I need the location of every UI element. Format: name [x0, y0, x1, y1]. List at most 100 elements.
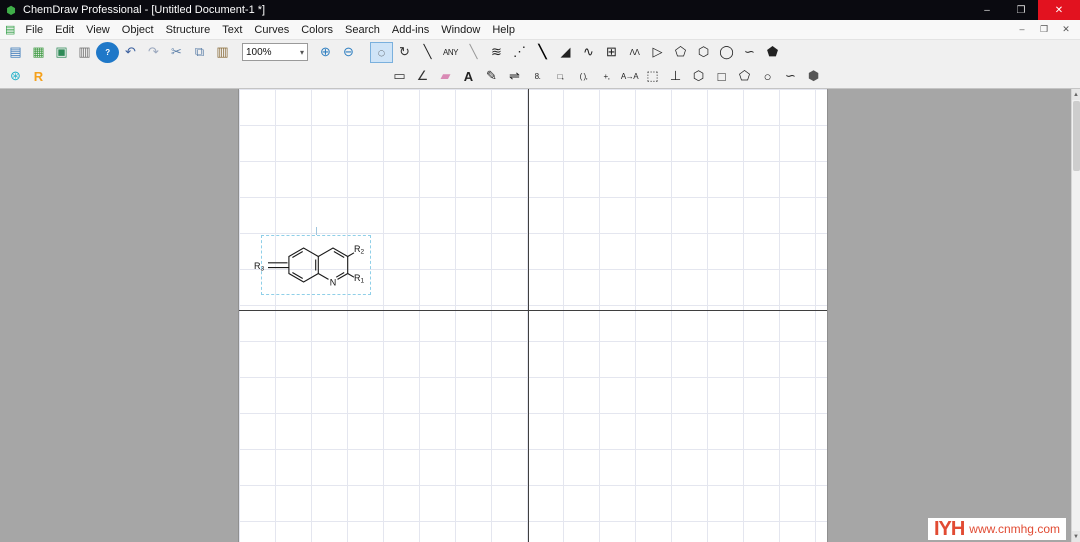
page-divider-vertical [528, 89, 529, 542]
watermark-logo: IYH [933, 518, 965, 540]
cut-icon[interactable]: ✂ [165, 42, 188, 63]
table-tool-icon[interactable]: ⊞ [600, 42, 623, 63]
document-window-controls: – ❐ ✕ [1016, 24, 1080, 35]
page-divider-horizontal [239, 310, 827, 311]
frame-tool-icon[interactable]: ⬚ [641, 66, 664, 87]
arrows-tool-icon[interactable]: ⇌ [503, 66, 526, 87]
dashed-bond-icon[interactable]: ╲ [462, 42, 485, 63]
scrollbar-thumb[interactable] [1073, 101, 1080, 171]
marquee-tool-icon[interactable]: ▭ [388, 66, 411, 87]
hashed-bond-icon[interactable]: ≋ [485, 42, 508, 63]
hexagon-template-icon[interactable]: ⬡ [687, 66, 710, 87]
redo-icon[interactable]: ↷ [142, 42, 165, 63]
undo-icon[interactable]: ↶ [119, 42, 142, 63]
eraser-tool-icon[interactable]: ▰ [434, 66, 457, 87]
menu-addins[interactable]: Add-ins [386, 22, 435, 38]
rotation-handle[interactable] [316, 227, 317, 235]
zoom-out-icon[interactable]: ⊖ [337, 42, 360, 63]
solid-bond-icon[interactable]: ╲ [416, 42, 439, 63]
menu-items: File Edit View Object Structure Text Curves Col… [19, 22, 521, 38]
title-bar: ⬢ ChemDraw Professional - [Untitled Docu… [0, 0, 1080, 20]
save-icon[interactable]: ▣ [50, 42, 73, 63]
vertical-scrollbar[interactable]: ▲ ▼ [1071, 89, 1080, 542]
doc-close-button[interactable]: ✕ [1060, 24, 1072, 35]
window-title: ChemDraw Professional - [Untitled Docume… [23, 4, 266, 16]
menu-view[interactable]: View [80, 22, 116, 38]
addin-swirl-icon[interactable]: ⊛ [4, 66, 27, 87]
menu-structure[interactable]: Structure [160, 22, 217, 38]
minimize-button[interactable]: – [970, 0, 1004, 20]
drawing-toolbar-group: ◌ ↻ ╲ ANY ╲ ≋ ⋰ ╲ ◢ ∿ ⊞ ΛΛ ▷ ⬠ ⬡ ◯ ∽ ⬟ [370, 41, 784, 63]
selection-box[interactable] [261, 235, 371, 295]
brackets-tool-icon[interactable]: ( ), [572, 66, 595, 87]
close-button[interactable]: ✕ [1038, 0, 1080, 20]
reaction-map-tool-icon[interactable]: A→A [618, 66, 641, 87]
wedge-bond-icon[interactable]: ◢ [554, 42, 577, 63]
benzene-tool-icon[interactable]: ◯ [715, 42, 738, 63]
new-document-icon[interactable]: ▤ [4, 42, 27, 63]
toolbar-area: ▤ ▦ ▣ ▥? ↶ ↷ ✂ ⧉ ▥ 100% ▾ ⊕ ⊖ ◌ ↻ ╲ ANY ╲ ≋ ⋰ ╲ ◢ ∿ ⊞ ΛΛ ▷ ⬠ ⬡ ◯… [0, 40, 1080, 89]
curve-template-icon[interactable]: ∽ [779, 66, 802, 87]
chevron-down-icon: ▾ [299, 47, 304, 57]
menu-bar: ▤ File Edit View Object Structure Text Curves C… [0, 20, 1080, 40]
doc-minimize-button[interactable]: – [1016, 24, 1028, 35]
window-controls: – ❐ ✕ [970, 0, 1080, 20]
cyclopentane-tool-icon[interactable]: ⬠ [669, 42, 692, 63]
arrow-tool-icon[interactable]: ▷ [646, 42, 669, 63]
menu-search[interactable]: Search [339, 22, 386, 38]
maximize-button[interactable]: ❐ [1004, 0, 1038, 20]
menu-colors[interactable]: Colors [295, 22, 339, 38]
app-icon: ⬢ [6, 4, 16, 17]
toolbar-row-2: ⊛ R ▭ ∠ ▰ A ✎ ⇌ 8. □,( ), +, A→A ⬚ ⊥ ⬡ □ ⬠ ○ ∽ ⬢ [0, 64, 1080, 88]
file-toolbar-group: ▤ ▦ ▣ ▥? ↶ ↷ ✂ ⧉ ▥ [4, 41, 234, 63]
rotate-tool-icon[interactable]: ↻ [393, 42, 416, 63]
menu-object[interactable]: Object [116, 22, 160, 38]
chair-template-icon[interactable]: ⬢ [802, 66, 825, 87]
watermark-url: www.cnmhg.com [969, 522, 1060, 536]
hashed-wedge-icon[interactable]: ⋰ [508, 42, 531, 63]
help-icon[interactable]: ? [96, 41, 119, 63]
document-icon: ▤ [5, 24, 16, 36]
scroll-up-icon[interactable]: ▲ [1072, 89, 1080, 100]
square-template-icon[interactable]: □ [710, 66, 733, 87]
zoom-toolbar-group: ⊕ ⊖ [314, 42, 360, 63]
plus-tool-icon[interactable]: +, [595, 66, 618, 87]
lasso-tool-icon[interactable]: ◌ [370, 41, 393, 63]
pen-tool-icon[interactable]: ✎ [480, 66, 503, 87]
circle-template-icon[interactable]: ○ [756, 66, 779, 87]
menu-file[interactable]: File [19, 22, 49, 38]
annotation-toolbar-group: ▭ ∠ ▰ A ✎ ⇌ 8. □,( ), +, A→A ⬚ ⊥ ⬡ □ ⬠ ○ ∽ ⬢ [388, 66, 825, 87]
chain-tool-icon[interactable]: ΛΛ [623, 42, 646, 63]
print-icon[interactable]: ▥ [73, 42, 96, 63]
menu-curves[interactable]: Curves [248, 22, 295, 38]
scroll-down-icon[interactable]: ▼ [1072, 531, 1080, 542]
toolbar-row-1: ▤ ▦ ▣ ▥? ↶ ↷ ✂ ⧉ ▥ 100% ▾ ⊕ ⊖ ◌ ↻ ╲ ANY ╲ ≋ ⋰ ╲ ◢ ∿ ⊞ ΛΛ ▷ ⬠ ⬡ ◯… [0, 40, 1080, 64]
curved-arrow-tool-icon[interactable]: ∽ [738, 42, 761, 63]
zoom-in-icon[interactable]: ⊕ [314, 42, 337, 63]
doc-restore-button[interactable]: ❐ [1038, 24, 1050, 35]
copy-icon[interactable]: ⧉ [188, 42, 211, 63]
watermark: IYH www.cnmhg.com [927, 518, 1066, 540]
open-icon[interactable]: ▦ [27, 42, 50, 63]
menu-help[interactable]: Help [486, 22, 521, 38]
zoom-level-select[interactable]: 100% ▾ [242, 43, 308, 61]
document-page[interactable]: N R1 R2 R3 [238, 89, 828, 542]
any-bond-icon[interactable]: ANY [439, 42, 462, 63]
side-toolbar-group: ⊛ R [4, 66, 50, 87]
orbitals-tool-icon[interactable]: 8. [526, 66, 549, 87]
angle-tool-icon[interactable]: ∠ [411, 66, 434, 87]
menu-text[interactable]: Text [216, 22, 248, 38]
paste-icon[interactable]: ▥ [211, 42, 234, 63]
text-tool-icon[interactable]: A [457, 66, 480, 87]
templates-tool-icon[interactable]: ⬟ [761, 42, 784, 63]
shapes-tool-icon[interactable]: □, [549, 66, 572, 87]
wavy-bond-icon[interactable]: ∿ [577, 42, 600, 63]
bold-bond-icon[interactable]: ╲ [531, 42, 554, 63]
cyclohexane-tool-icon[interactable]: ⬡ [692, 42, 715, 63]
tlc-plate-tool-icon[interactable]: ⊥ [664, 66, 687, 87]
menu-edit[interactable]: Edit [49, 22, 80, 38]
workspace: N R1 R2 R3 ▲ ▼ IYH www.cnmhg.com [0, 89, 1080, 542]
r-group-icon[interactable]: R [27, 66, 50, 87]
pentagon-template-icon[interactable]: ⬠ [733, 66, 756, 87]
menu-window[interactable]: Window [435, 22, 486, 38]
